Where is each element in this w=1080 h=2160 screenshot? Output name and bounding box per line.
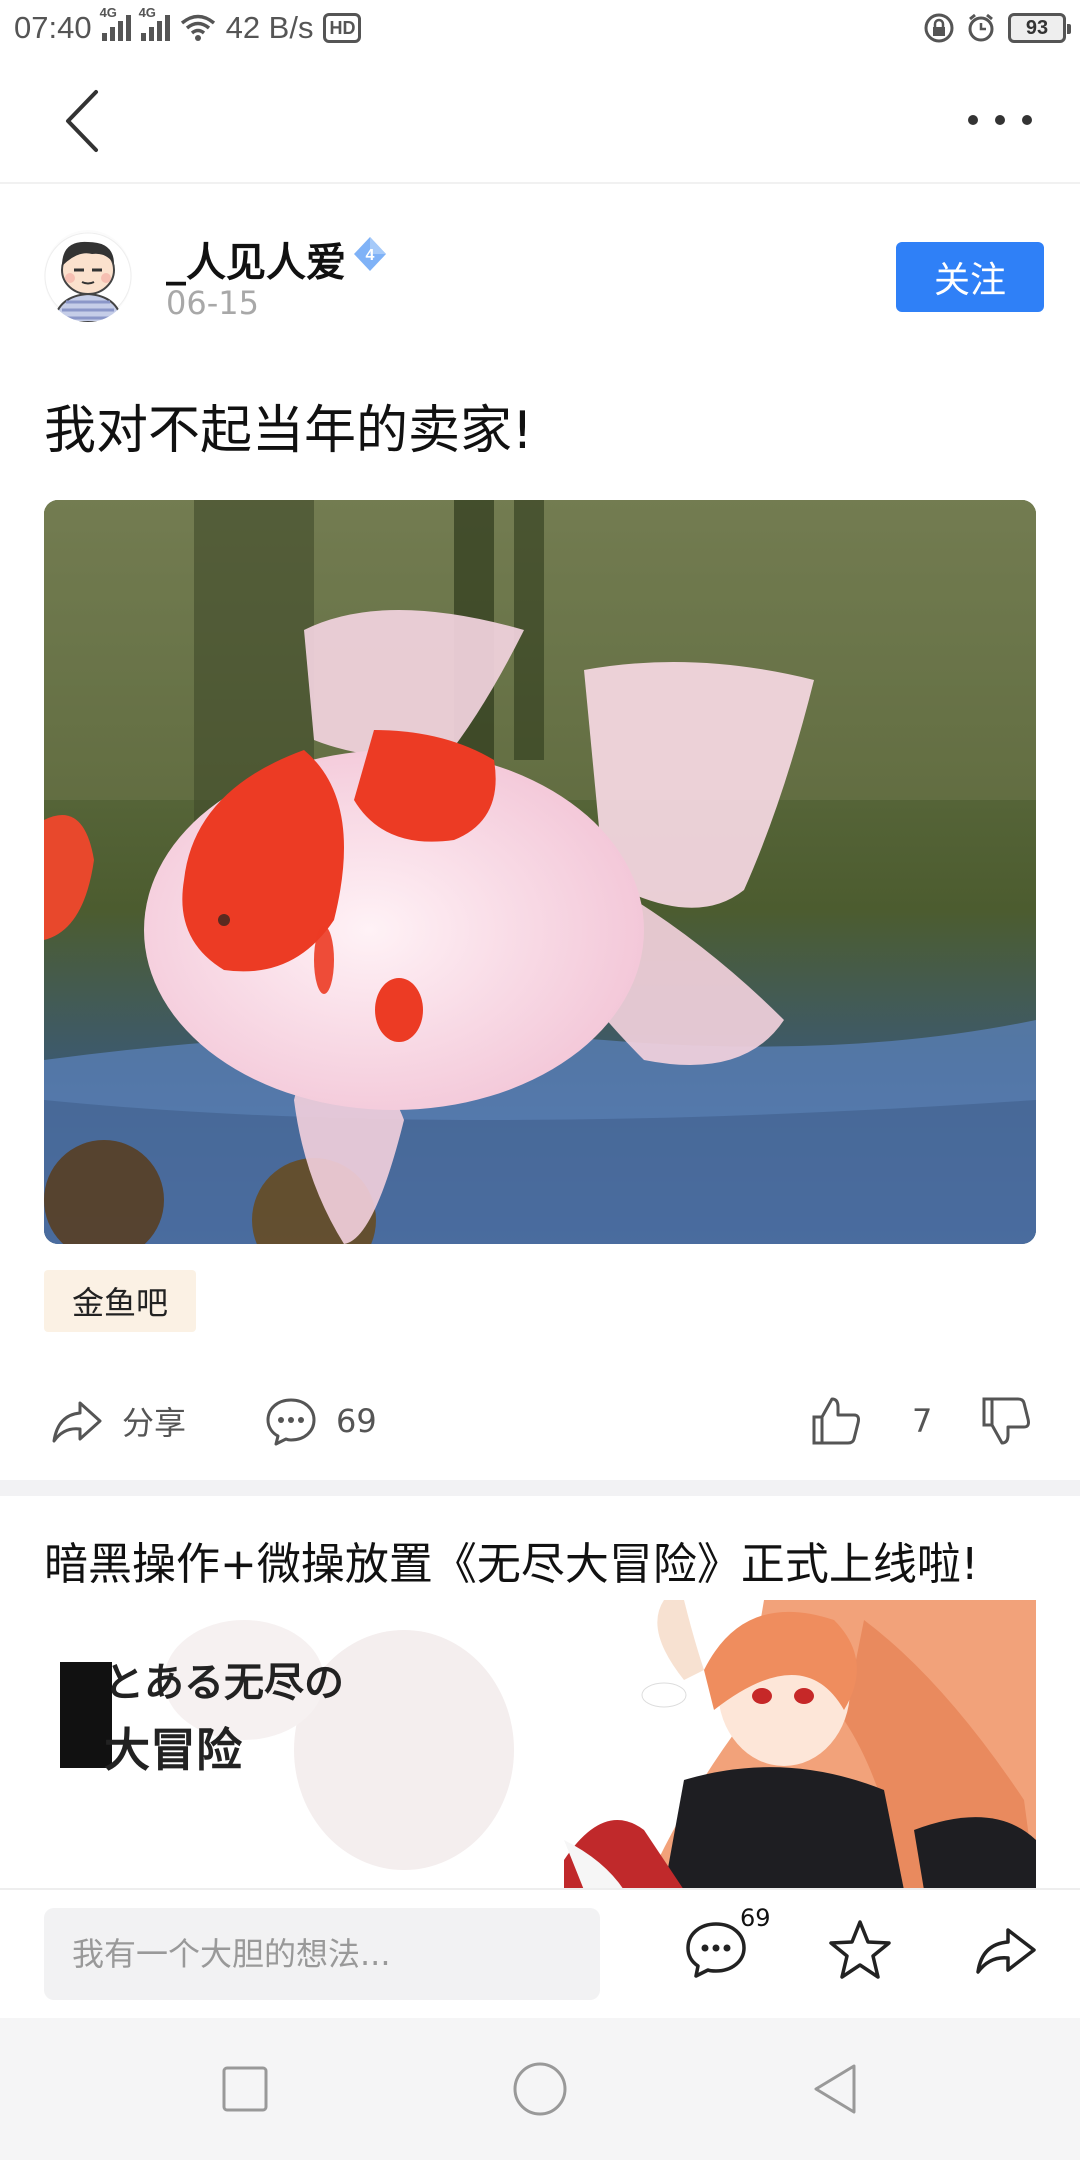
thumbs-down-icon [982,1397,1030,1445]
post-date: 06-15 [166,284,259,322]
author-name[interactable]: _人见人爱 [166,230,346,288]
share-button[interactable]: 分享 [48,1378,186,1464]
comment-button[interactable]: 69 [264,1378,377,1464]
bottom-comment-count: 69 [740,1904,771,1932]
signal-icon: 4G [100,5,131,41]
top-nav-bar [0,56,1080,184]
chevron-left-icon[interactable] [50,86,120,156]
follow-button[interactable]: 关注 [896,242,1044,312]
lock-icon [924,13,954,43]
forum-tag[interactable]: 金鱼吧 [44,1270,197,1332]
more-dots-icon[interactable] [960,90,1040,150]
system-nav-bar [0,2018,1080,2160]
status-bar: 07:40 4G 4G 42 B/s HD 93 [0,0,1080,56]
section-divider [0,1480,1080,1496]
post-image[interactable] [44,500,1036,1244]
status-time: 07:40 [14,10,92,45]
avatar[interactable] [44,230,132,322]
post-actions: 分享 69 7 [0,1378,1080,1464]
home-icon[interactable] [507,2056,573,2122]
back-triangle-icon[interactable] [802,2056,868,2122]
star-icon[interactable] [820,1910,900,1990]
ad-title[interactable]: 暗黑操作+微操放置《无尽大冒险》正式上线啦! [44,1528,979,1592]
share-icon[interactable] [966,1910,1046,1990]
wifi-icon [180,14,215,41]
battery-icon: 93 [1008,13,1071,43]
author-row: _人见人爱 4 06-15 关注 [44,222,1044,334]
share-label: 分享 [122,1404,187,1442]
hd-icon: HD [323,13,362,43]
thumbs-up-icon [812,1397,860,1445]
like-count: 7 [912,1402,933,1440]
dislike-button[interactable] [978,1378,1034,1464]
recent-apps-icon[interactable] [212,2056,278,2122]
level-badge-icon: 4 [354,237,386,271]
post-title: 我对不起当年的卖家! [44,401,533,461]
ad-banner[interactable]: とある无尽の 大冒险 [44,1600,1036,1890]
post-detail-screen: 07:40 4G 4G 42 B/s HD 93 _人见人爱 4 06-15 关… [0,0,1080,2160]
comment-count: 69 [336,1402,377,1440]
comment-input[interactable] [44,1908,600,2000]
like-button[interactable] [808,1378,864,1464]
ad-logo: とある无尽の 大冒险 [104,1659,344,1777]
comment-icon [266,1398,316,1446]
signal-icon: 4G [139,5,170,41]
bottom-comment-bar: 69 [0,1888,1080,2018]
share-icon [52,1401,102,1443]
svg-text:4: 4 [366,247,375,264]
alarm-icon [968,13,994,42]
network-speed: 42 B/s [225,10,314,45]
